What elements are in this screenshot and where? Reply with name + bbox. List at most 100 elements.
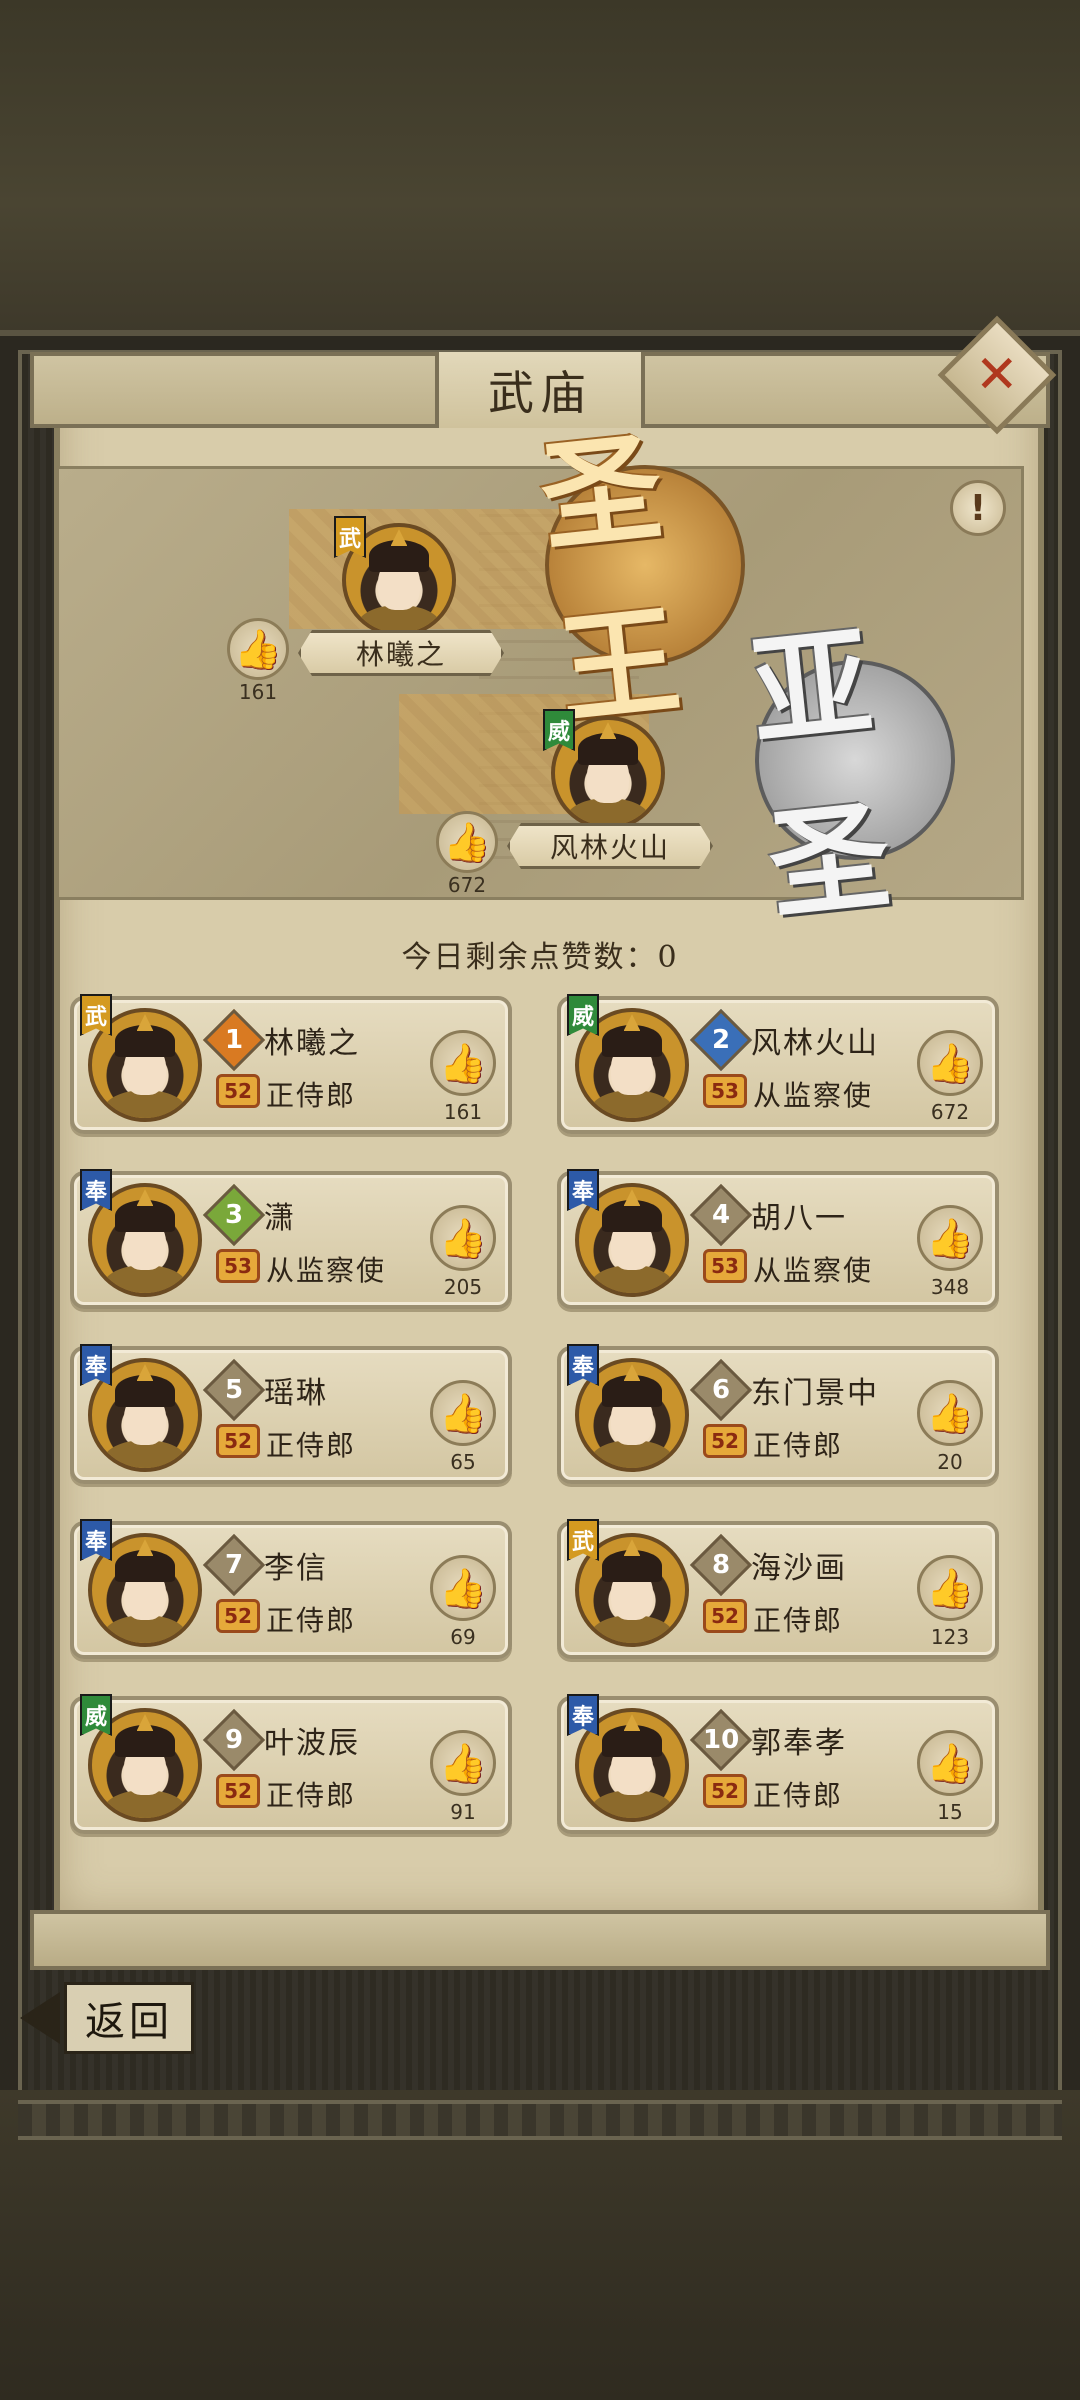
level-badge: 53 (216, 1249, 260, 1283)
ranking-card[interactable]: 奉 4 胡八一 53 从监察使 👍 348 (557, 1169, 999, 1309)
player-name: 瑶琳 (264, 1376, 328, 1411)
like-count: 161 (443, 1100, 483, 1124)
ranking-card[interactable]: 武 1 林曦之 52 正侍郎 👍 161 (70, 994, 512, 1134)
rank-number: 7 (224, 1550, 244, 1580)
level-badge: 52 (216, 1074, 260, 1108)
remaining-likes-text: 今日剩余点赞数：0 (401, 940, 679, 975)
rank-badge: 2 (689, 1008, 753, 1072)
back-arrow-icon (20, 1992, 60, 2044)
back-button[interactable]: 返回 (20, 1982, 200, 2054)
faction-badge: 武 (567, 1519, 599, 1561)
ranking-card[interactable]: 威 2 风林火山 53 从监察使 👍 672 (557, 994, 999, 1134)
sage-like-button[interactable]: 👍 (227, 618, 289, 680)
thumbs-up-icon: 👍 (926, 1741, 974, 1785)
faction-badge: 奉 (80, 1519, 112, 1561)
player-title: 正侍郎 (753, 1429, 844, 1462)
player-name: 东门景中 (751, 1376, 879, 1411)
rank-number: 6 (711, 1375, 731, 1405)
like-button[interactable]: 👍 (917, 1380, 983, 1446)
rank-badge: 5 (202, 1358, 266, 1422)
level-badge: 52 (216, 1424, 260, 1458)
like-button[interactable]: 👍 (430, 1555, 496, 1621)
ranking-card[interactable]: 威 9 叶波辰 52 正侍郎 👍 91 (70, 1694, 512, 1834)
faction-badge: 奉 (80, 1344, 112, 1386)
ranking-card[interactable]: 奉 7 李信 52 正侍郎 👍 69 (70, 1519, 512, 1659)
like-count: 123 (930, 1625, 970, 1649)
like-button[interactable]: 👍 (917, 1730, 983, 1796)
rank-badge: 10 (689, 1708, 753, 1772)
back-label: 返回 (64, 1982, 194, 2054)
thumbs-up-icon: 👍 (926, 1041, 974, 1085)
second-sage-like-count: 672 (447, 873, 487, 897)
player-title: 从监察使 (753, 1079, 874, 1112)
rank-badge: 7 (202, 1533, 266, 1597)
faction-badge: 武 (80, 994, 112, 1036)
rank-number: 10 (702, 1725, 740, 1755)
second-sage-seal-text: 亚圣 (744, 613, 877, 938)
like-count: 205 (443, 1275, 483, 1299)
thumbs-up-icon: 👍 (439, 1041, 487, 1085)
like-button[interactable]: 👍 (917, 1205, 983, 1271)
rank-number: 4 (711, 1200, 731, 1230)
rank-badge: 1 (202, 1008, 266, 1072)
faction-badge: 威 (567, 994, 599, 1036)
level-badge: 52 (703, 1774, 747, 1808)
faction-badge: 奉 (567, 1344, 599, 1386)
player-title: 正侍郎 (266, 1779, 357, 1812)
like-button[interactable]: 👍 (430, 1030, 496, 1096)
rank-number: 2 (711, 1025, 731, 1055)
like-button[interactable]: 👍 (917, 1030, 983, 1096)
second-sage-like-button[interactable]: 👍 (436, 811, 498, 873)
faction-badge: 奉 (567, 1694, 599, 1736)
thumbs-up-icon: 👍 (443, 820, 491, 864)
sage-name: 林曦之 (298, 630, 504, 676)
like-button[interactable]: 👍 (430, 1205, 496, 1271)
rank-number: 3 (224, 1200, 244, 1230)
rank-badge: 3 (202, 1183, 266, 1247)
thumbs-up-icon: 👍 (439, 1391, 487, 1435)
info-icon: ! (969, 487, 987, 529)
faction-badge: 奉 (567, 1169, 599, 1211)
like-count: 65 (450, 1450, 476, 1474)
player-title: 从监察使 (753, 1254, 874, 1287)
player-name: 海沙画 (751, 1551, 847, 1586)
like-count: 15 (937, 1800, 963, 1824)
background-top (0, 0, 1080, 340)
player-name: 李信 (264, 1551, 328, 1586)
player-title: 正侍郎 (266, 1604, 357, 1637)
ranking-card[interactable]: 奉 5 瑶琳 52 正侍郎 👍 65 (70, 1344, 512, 1484)
footer-band (18, 2100, 1062, 2140)
like-count: 348 (930, 1275, 970, 1299)
faction-badge: 奉 (80, 1169, 112, 1211)
like-button[interactable]: 👍 (430, 1380, 496, 1446)
thumbs-up-icon: 👍 (439, 1741, 487, 1785)
like-button[interactable]: 👍 (917, 1555, 983, 1621)
thumbs-up-icon: 👍 (234, 627, 282, 671)
ranking-card[interactable]: 奉 10 郭奉孝 52 正侍郎 👍 15 (557, 1694, 999, 1834)
like-button[interactable]: 👍 (430, 1730, 496, 1796)
rank-badge: 4 (689, 1183, 753, 1247)
thumbs-up-icon: 👍 (926, 1566, 974, 1610)
level-badge: 52 (703, 1424, 747, 1458)
level-badge: 52 (216, 1599, 260, 1633)
level-badge: 53 (703, 1074, 747, 1108)
sage-king-seal-text: 圣王 (534, 418, 667, 743)
second-sage-name: 风林火山 (507, 823, 713, 869)
ranking-card[interactable]: 奉 3 潇 53 从监察使 👍 205 (70, 1169, 512, 1309)
player-name: 潇 (264, 1201, 296, 1236)
level-badge: 52 (216, 1774, 260, 1808)
close-icon: ✕ (975, 344, 1019, 405)
ranking-card[interactable]: 奉 6 东门景中 52 正侍郎 👍 20 (557, 1344, 999, 1484)
rank-number: 5 (224, 1375, 244, 1405)
player-name: 林曦之 (264, 1026, 360, 1061)
like-count: 672 (930, 1100, 970, 1124)
bottom-bar (30, 1910, 1050, 1970)
info-button[interactable]: ! (950, 480, 1006, 536)
player-title: 从监察使 (266, 1254, 387, 1287)
rank-number: 8 (711, 1550, 731, 1580)
thumbs-up-icon: 👍 (439, 1216, 487, 1260)
rank-badge: 9 (202, 1708, 266, 1772)
player-title: 正侍郎 (266, 1079, 357, 1112)
sage-like-count: 161 (238, 680, 278, 704)
ranking-card[interactable]: 武 8 海沙画 52 正侍郎 👍 123 (557, 1519, 999, 1659)
